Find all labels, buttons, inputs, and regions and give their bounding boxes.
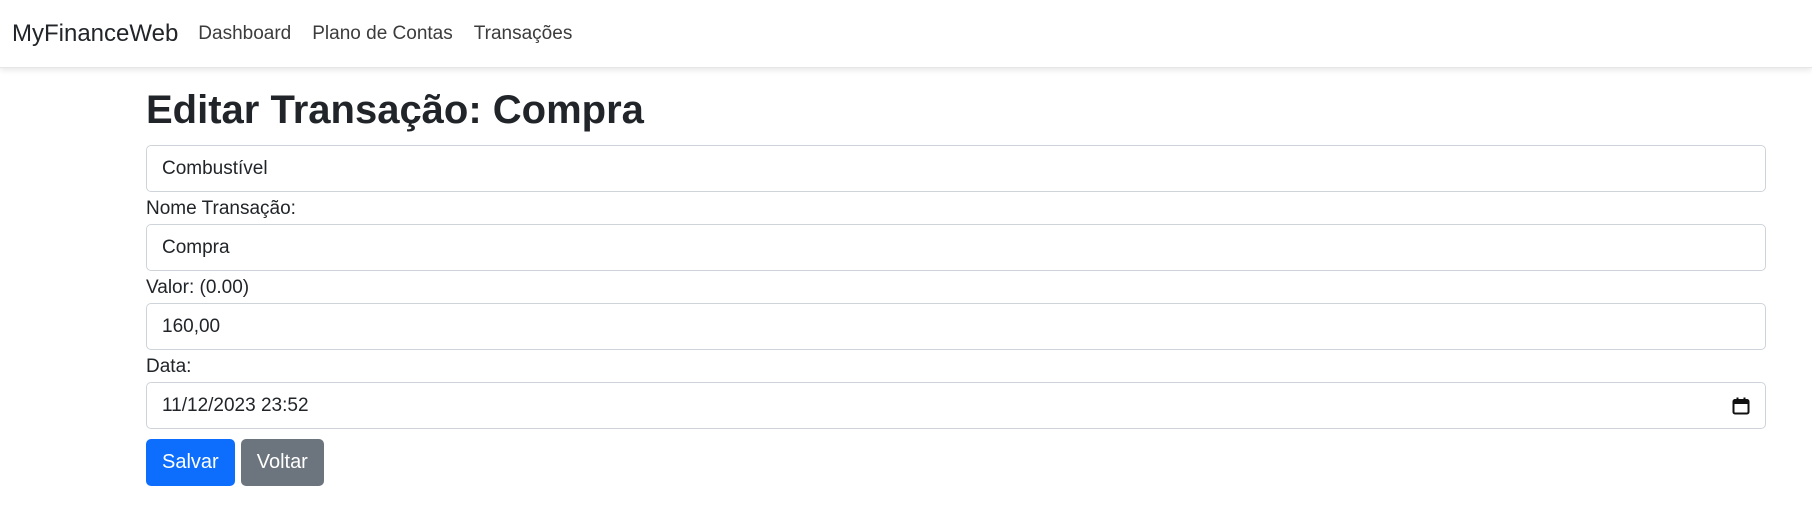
nome-value: Compra [162, 236, 230, 258]
conta-value: Combustível [162, 157, 268, 179]
data-input[interactable]: 11/12/2023 23:52 [146, 382, 1766, 429]
valor-input[interactable]: 160,00 [146, 303, 1766, 350]
back-button[interactable]: Voltar [240, 439, 324, 486]
conta-select[interactable]: Combustível [146, 145, 1766, 192]
nav-link-transacoes[interactable]: Transações [474, 23, 573, 45]
brand-link[interactable]: MyFinanceWeb [12, 20, 178, 48]
valor-value: 160,00 [162, 315, 221, 337]
nav-link-dashboard[interactable]: Dashboard [198, 23, 291, 45]
page-title: Editar Transação: Compra [146, 88, 644, 132]
save-button[interactable]: Salvar [146, 439, 235, 486]
main-container: Editar Transação: Compra Combustível Nom… [146, 86, 1766, 486]
data-value: 11/12/2023 23:52 [162, 394, 309, 416]
valor-label: Valor: (0.00) [146, 277, 250, 298]
nome-input[interactable]: Compra [146, 224, 1766, 271]
form-actions: Salvar Voltar [146, 439, 1766, 486]
data-label: Data: [146, 356, 192, 377]
navbar: MyFinanceWeb Dashboard Plano de Contas T… [0, 0, 1812, 68]
nav-link-plano-de-contas[interactable]: Plano de Contas [312, 23, 453, 45]
calendar-icon[interactable] [1732, 397, 1750, 415]
nome-label: Nome Transação: [146, 198, 296, 219]
